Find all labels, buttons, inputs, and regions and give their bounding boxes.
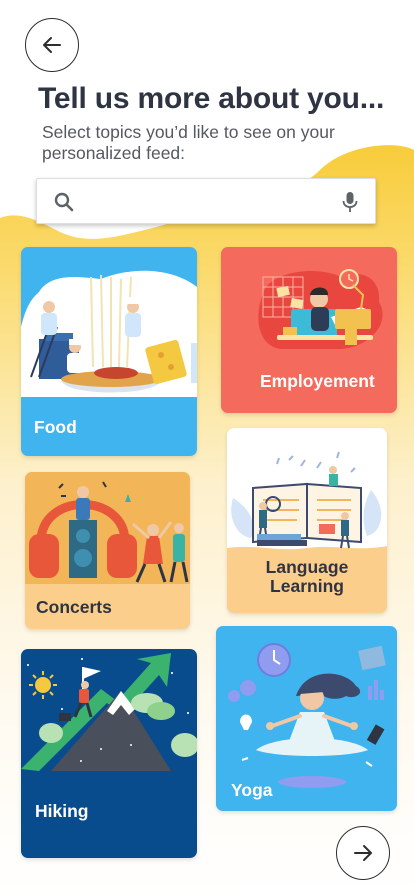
search-input[interactable] — [87, 187, 321, 217]
topic-card-food[interactable]: Food — [21, 247, 197, 456]
topic-label: Employement — [260, 371, 375, 391]
topic-card-concerts[interactable]: Concerts — [25, 472, 190, 629]
topic-label: Language Learning — [265, 557, 349, 596]
topic-label: Yoga — [231, 780, 273, 800]
page-subtitle: Select topics you’d like to see on your … — [42, 122, 335, 163]
next-button[interactable] — [336, 826, 390, 880]
arrow-left-icon — [43, 37, 61, 53]
topic-label: Concerts — [36, 597, 112, 617]
topic-card-language-learning[interactable]: Language Learning — [227, 428, 387, 613]
back-button[interactable] — [25, 18, 79, 72]
topic-card-employement[interactable]: Employement — [221, 247, 397, 413]
page-title: Tell us more about you... — [38, 82, 385, 115]
search-bar[interactable] — [36, 178, 376, 224]
climber-mountain-illustration — [21, 653, 197, 771]
topic-label: Hiking — [35, 801, 89, 821]
topic-label: Food — [34, 417, 77, 437]
arrow-right-icon — [354, 845, 372, 861]
topic-card-hiking[interactable]: Hiking — [21, 649, 197, 858]
topic-card-yoga[interactable]: Yoga — [216, 626, 397, 811]
microphone-icon[interactable] — [342, 191, 358, 213]
search-icon[interactable] — [54, 192, 74, 212]
